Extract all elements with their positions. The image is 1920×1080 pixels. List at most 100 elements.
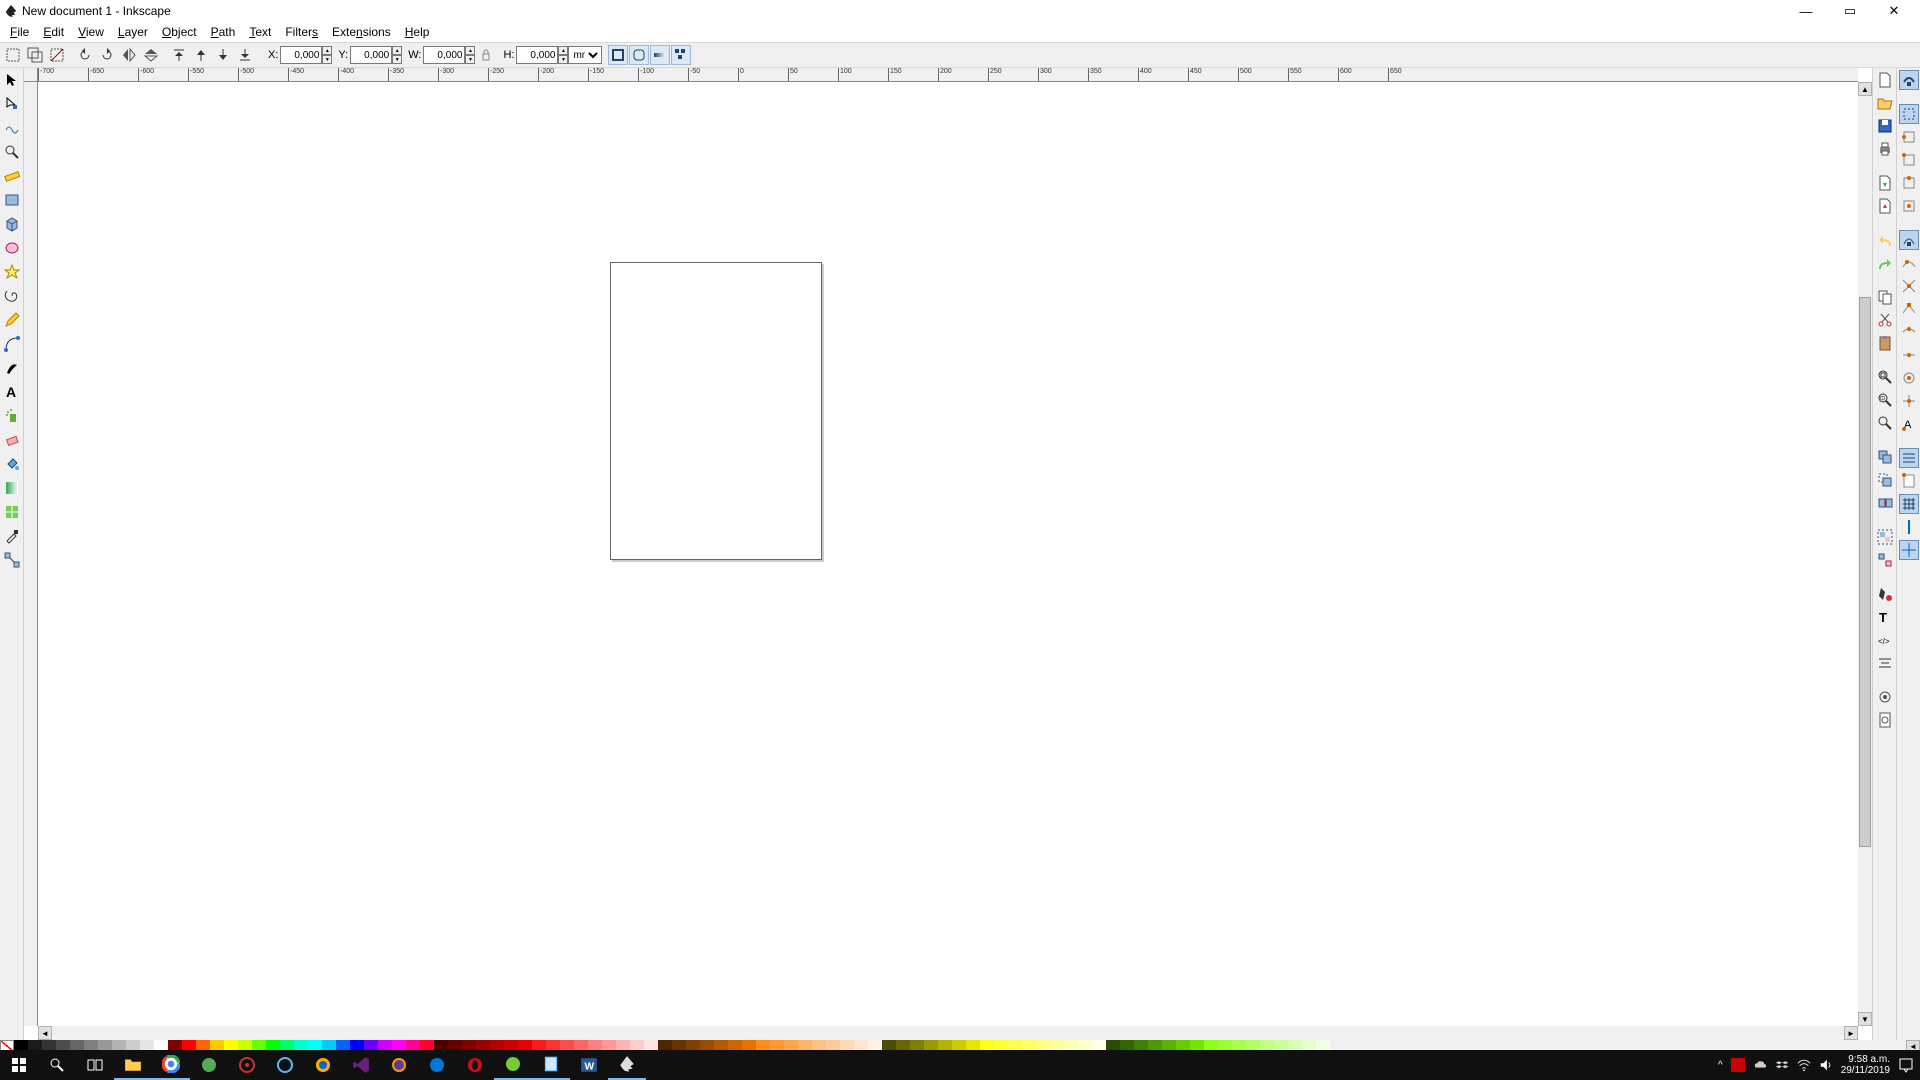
- snap-node-button[interactable]: [1899, 230, 1919, 250]
- circle-tool[interactable]: [2, 238, 22, 258]
- taskbar-word[interactable]: W: [570, 1050, 608, 1080]
- pencil-tool[interactable]: [2, 310, 22, 330]
- rotate-cw-button[interactable]: [97, 45, 117, 65]
- group-button[interactable]: [1875, 527, 1895, 547]
- snap-bbox-edge-button[interactable]: [1899, 127, 1919, 147]
- menu-view[interactable]: View: [72, 24, 110, 40]
- gradient-tool[interactable]: [2, 478, 22, 498]
- flip-h-button[interactable]: [119, 45, 139, 65]
- clone-button[interactable]: [1875, 470, 1895, 490]
- copy-button[interactable]: [1875, 287, 1895, 307]
- tray-dropbox-icon[interactable]: [1775, 1058, 1789, 1072]
- y-spinner[interactable]: ▲▼: [392, 46, 402, 64]
- unlink-clone-button[interactable]: [1875, 493, 1895, 513]
- menu-file[interactable]: File: [4, 24, 35, 40]
- ruler-vertical[interactable]: [24, 82, 38, 1026]
- snap-guide-intersect-button[interactable]: [1899, 540, 1919, 560]
- mesh-tool[interactable]: [2, 502, 22, 522]
- affect-pattern-button[interactable]: [671, 45, 691, 65]
- menu-filters[interactable]: Filters: [279, 24, 324, 40]
- print-button[interactable]: [1875, 139, 1895, 159]
- snap-bbox-midpoint-button[interactable]: [1899, 173, 1919, 193]
- menu-text[interactable]: Text: [243, 24, 277, 40]
- snap-intersection-button[interactable]: [1899, 276, 1919, 296]
- select-all-layers-button[interactable]: [25, 45, 45, 65]
- taskbar-app2[interactable]: [228, 1050, 266, 1080]
- snap-midpoint-button[interactable]: [1899, 345, 1919, 365]
- save-button[interactable]: [1875, 116, 1895, 136]
- taskbar-edge[interactable]: [418, 1050, 456, 1080]
- taskbar-vs[interactable]: [342, 1050, 380, 1080]
- taskbar-explorer[interactable]: [114, 1050, 152, 1080]
- rectangle-tool[interactable]: [2, 190, 22, 210]
- taskbar-app3[interactable]: [266, 1050, 304, 1080]
- snap-path-button[interactable]: [1899, 253, 1919, 273]
- ruler-corner[interactable]: [24, 68, 38, 82]
- cut-button[interactable]: [1875, 310, 1895, 330]
- tray-notifications-icon[interactable]: [1898, 1057, 1914, 1073]
- node-tool[interactable]: [2, 94, 22, 114]
- w-spinner[interactable]: ▲▼: [465, 46, 475, 64]
- rotate-ccw-button[interactable]: [75, 45, 95, 65]
- zoom-fit-button[interactable]: [1875, 367, 1895, 387]
- taskbar-opera[interactable]: [456, 1050, 494, 1080]
- scrollbar-vertical[interactable]: ▲ ▼: [1858, 82, 1872, 1026]
- snap-others-button[interactable]: [1899, 448, 1919, 468]
- w-input[interactable]: [423, 46, 465, 64]
- snap-smooth-button[interactable]: [1899, 322, 1919, 342]
- task-view-button[interactable]: [76, 1050, 114, 1080]
- text-dialog-button[interactable]: T: [1875, 607, 1895, 627]
- import-button[interactable]: [1875, 173, 1895, 193]
- canvas[interactable]: [38, 82, 1858, 1026]
- taskbar-app1[interactable]: [190, 1050, 228, 1080]
- doc-prefs-button[interactable]: [1875, 710, 1895, 730]
- menu-object[interactable]: Object: [156, 24, 203, 40]
- raise-top-button[interactable]: [169, 45, 189, 65]
- calligraphy-tool[interactable]: [2, 358, 22, 378]
- close-button[interactable]: ✕: [1872, 0, 1916, 22]
- bezier-tool[interactable]: [2, 334, 22, 354]
- x-spinner[interactable]: ▲▼: [322, 46, 332, 64]
- snap-guide-button[interactable]: [1899, 517, 1919, 537]
- menu-edit[interactable]: Edit: [37, 24, 70, 40]
- zoom-drawing-button[interactable]: ⊡: [1875, 390, 1895, 410]
- spiral-tool[interactable]: [2, 286, 22, 306]
- tray-wifi-icon[interactable]: [1797, 1058, 1811, 1072]
- measure-tool[interactable]: [2, 166, 22, 186]
- menu-extensions[interactable]: Extensions: [326, 24, 397, 40]
- snap-page-button[interactable]: [1899, 471, 1919, 491]
- box3d-tool[interactable]: [2, 214, 22, 234]
- prefs-button[interactable]: [1875, 687, 1895, 707]
- taskbar-app4[interactable]: [304, 1050, 342, 1080]
- taskbar-chrome[interactable]: [152, 1050, 190, 1080]
- h-spinner[interactable]: ▲▼: [558, 46, 568, 64]
- lower-button[interactable]: [213, 45, 233, 65]
- snap-grid-button[interactable]: [1899, 494, 1919, 514]
- h-input[interactable]: [516, 46, 558, 64]
- lock-aspect-button[interactable]: [476, 45, 496, 65]
- unit-select[interactable]: mm: [568, 46, 602, 64]
- taskbar-app5[interactable]: [494, 1050, 532, 1080]
- tray-onedrive-icon[interactable]: [1753, 1058, 1767, 1072]
- affect-corners-button[interactable]: [629, 45, 649, 65]
- fill-tool[interactable]: [2, 454, 22, 474]
- star-tool[interactable]: [2, 262, 22, 282]
- select-all-button[interactable]: [3, 45, 23, 65]
- snap-bbox-corner-button[interactable]: [1899, 150, 1919, 170]
- menu-help[interactable]: Help: [399, 24, 436, 40]
- snap-enable-button[interactable]: [1899, 70, 1919, 90]
- text-tool[interactable]: A: [2, 382, 22, 402]
- raise-button[interactable]: [191, 45, 211, 65]
- dropper-tool[interactable]: [2, 526, 22, 546]
- tray-clock[interactable]: 9:58 a.m. 29/11/2019: [1841, 1054, 1890, 1076]
- search-button[interactable]: [38, 1050, 76, 1080]
- new-doc-button[interactable]: [1875, 70, 1895, 90]
- taskbar-notepad[interactable]: [532, 1050, 570, 1080]
- eraser-tool[interactable]: [2, 430, 22, 450]
- flip-v-button[interactable]: [141, 45, 161, 65]
- affect-gradient-button[interactable]: [650, 45, 670, 65]
- ruler-horizontal[interactable]: -700-650-600-550-500-450-400-350-300-250…: [38, 68, 1858, 82]
- snap-bbox-button[interactable]: [1899, 104, 1919, 124]
- fill-stroke-button[interactable]: [1875, 584, 1895, 604]
- scrollbar-horizontal[interactable]: ◄►: [38, 1026, 1858, 1040]
